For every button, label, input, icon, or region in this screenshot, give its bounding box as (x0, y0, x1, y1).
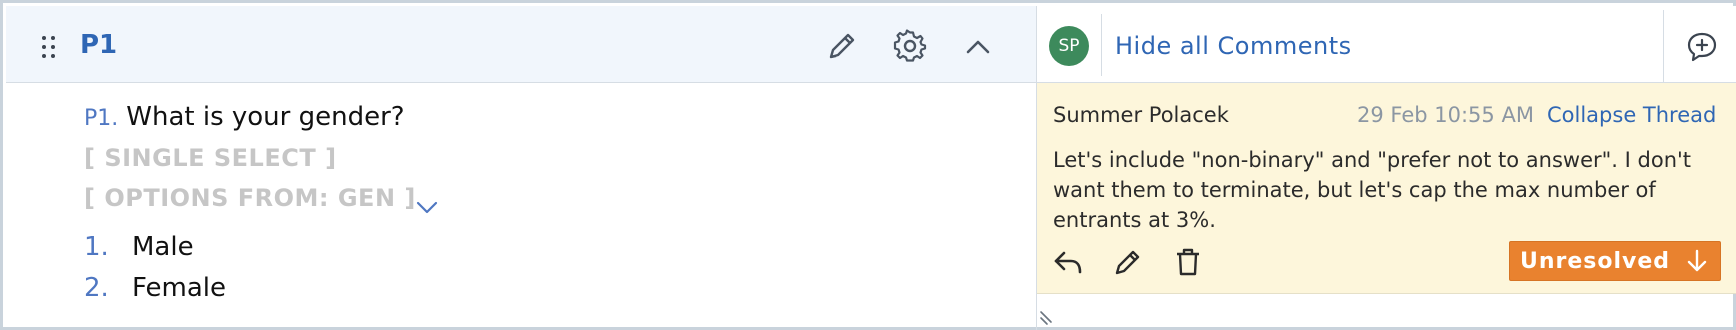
chevron-down-icon[interactable] (414, 194, 440, 220)
question-id: P1 (80, 30, 118, 60)
drag-handle-icon[interactable] (42, 36, 58, 60)
avatar[interactable]: SP (1049, 26, 1089, 66)
status-label: Unresolved (1520, 249, 1671, 274)
add-comment-icon[interactable] (1685, 30, 1719, 64)
question-editor: P1 P1. What is your gender? [ SINGLE SELE… (0, 0, 1736, 330)
gear-icon[interactable] (892, 28, 928, 64)
resize-handle-icon[interactable] (1037, 306, 1059, 328)
arrow-down-icon (1687, 249, 1707, 272)
trash-icon[interactable] (1171, 245, 1205, 279)
chevron-up-icon[interactable] (960, 28, 996, 64)
divider (1101, 14, 1102, 76)
hide-all-comments-link[interactable]: Hide all Comments (1115, 32, 1352, 60)
options-source-tag: [ OPTIONS FROM: GEN ] (84, 184, 416, 212)
question-header: P1 (6, 6, 1036, 83)
unresolved-status-button[interactable]: Unresolved (1509, 241, 1721, 281)
option-item: 1. Male (84, 232, 194, 262)
collapse-thread-link[interactable]: Collapse Thread (1547, 103, 1716, 127)
pencil-icon[interactable] (824, 28, 860, 64)
comments-header: SP Hide all Comments (1037, 6, 1736, 83)
comments-panel: SP Hide all Comments Summer Polacek 29 F… (1037, 6, 1736, 330)
reply-icon[interactable] (1051, 245, 1085, 279)
question-type-tag: [ SINGLE SELECT ] (84, 144, 337, 172)
question-text[interactable]: What is your gender? (126, 102, 404, 132)
option-number: 2. (84, 273, 109, 303)
question-panel: P1 P1. What is your gender? [ SINGLE SELE… (6, 6, 1037, 330)
question-number: P1. (84, 106, 119, 131)
option-item: 2. Female (84, 273, 226, 303)
option-label[interactable]: Male (132, 232, 194, 262)
comment-body: Let's include "non-binary" and "prefer n… (1053, 148, 1692, 232)
option-label[interactable]: Female (132, 273, 226, 303)
comment-thread: Summer Polacek 29 Feb 10:55 AM Collapse … (1037, 83, 1736, 294)
comment-timestamp: 29 Feb 10:55 AM (1357, 103, 1534, 127)
question-line: P1. What is your gender? (84, 102, 405, 132)
comment-author: Summer Polacek (1053, 103, 1229, 127)
option-number: 1. (84, 232, 109, 262)
divider (1663, 10, 1664, 82)
edit-icon[interactable] (1111, 245, 1145, 279)
